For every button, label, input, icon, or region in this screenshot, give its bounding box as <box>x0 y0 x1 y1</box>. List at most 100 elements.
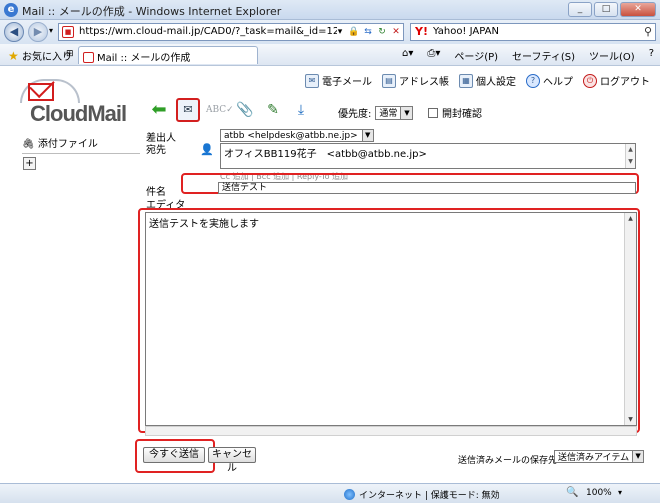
tab-mail-compose[interactable]: Mail :: メールの作成 <box>78 46 258 64</box>
to-value: オフィスBB119花子 <atbb@atbb.ne.jp> <box>224 149 427 160</box>
minimize-button[interactable]: _ <box>568 2 592 17</box>
favorites-add-icon[interactable]: ⊞ <box>66 49 74 59</box>
nav-logout[interactable]: ⏻ ログアウト <box>583 73 650 88</box>
tools-menu[interactable]: ツール(O) <box>589 48 635 63</box>
zoom-icon[interactable]: 🔍 <box>566 487 578 498</box>
body-scrollbar[interactable]: ▲ ▼ <box>624 213 636 425</box>
page-content: CloudMail ✉ 電子メール ▤ アドレス帳 ▦ 個人設定 ? ヘルプ ⏻ ログアウ… <box>0 67 660 483</box>
signature-icon[interactable]: ✎ <box>262 99 284 121</box>
send-toolbar-icon[interactable]: ✉ <box>176 98 200 122</box>
save-sent-select[interactable]: 送信済みアイテム ▼ <box>554 450 645 463</box>
cloudmail-logo: CloudMail <box>20 79 132 126</box>
address-book-icon: ▤ <box>382 73 396 88</box>
nav-email[interactable]: ✉ 電子メール <box>305 73 372 88</box>
favorites-label: お気に入り <box>21 52 72 63</box>
search-provider: Yahoo! JAPAN <box>433 26 499 37</box>
logo-text: CloudMail <box>30 101 127 126</box>
envelope-icon <box>28 83 54 101</box>
priority-select[interactable]: 通常 ▼ <box>375 105 414 120</box>
star-icon: ★ <box>8 49 19 63</box>
nav-address-book-label: アドレス帳 <box>399 77 449 88</box>
chevron-down-icon: ▼ <box>632 451 644 462</box>
search-icon[interactable]: ⚲ <box>644 25 652 38</box>
read-receipt-checkbox[interactable] <box>428 107 438 118</box>
url-dropdown-icon[interactable]: ▾ <box>333 25 347 39</box>
chevron-down-icon: ▼ <box>361 130 373 141</box>
globe-icon <box>344 489 355 500</box>
command-bar: ⌂▾ ⎙▾ ページ(P) セーフティ(S) ツール(O) ? <box>402 48 654 63</box>
address-bar: ◀ ▶ ▾ ■ https://wm.cloud-mail.jp/CAD0/?_… <box>0 20 660 44</box>
ie-logo-icon: e <box>4 3 18 17</box>
tab-title: Mail :: メールの作成 <box>97 53 191 64</box>
attach-paperclip-icon[interactable]: 📎 <box>234 99 256 121</box>
home-icon[interactable]: ⌂▾ <box>402 48 413 63</box>
compose-toolbar: ⬅ ✉ ABC✓ 📎 ✎ ⤓ <box>148 97 312 123</box>
search-field[interactable]: Y! Yahoo! JAPAN ⚲ <box>410 23 656 41</box>
page-icon: ■ <box>62 26 74 38</box>
priority-label: 優先度: <box>338 109 372 120</box>
url-text[interactable]: https://wm.cloud-mail.jp/CAD0/?_task=mai… <box>79 26 337 37</box>
help-circle-icon: ? <box>526 73 540 88</box>
to-label: 宛先 <box>146 145 166 156</box>
history-dropdown-icon[interactable]: ▾ <box>49 26 53 35</box>
yahoo-logo-icon: Y! <box>415 25 428 38</box>
safety-menu[interactable]: セーフティ(S) <box>512 48 575 63</box>
save-draft-icon[interactable]: ⤓ <box>290 99 312 121</box>
security-zone[interactable]: インターネット | 保護モード: 無効 <box>344 488 500 501</box>
message-body[interactable]: 送信テストを実施します ▲ ▼ <box>145 212 637 426</box>
attachments-label: 添付ファイル <box>37 139 98 150</box>
settings-icon: ▦ <box>459 73 473 88</box>
forward-button[interactable]: ▶ <box>28 22 48 42</box>
nav-settings-label: 個人設定 <box>476 77 516 88</box>
paperclip-icon: 🖇 <box>22 139 35 150</box>
scroll-up-icon[interactable]: ▲ <box>625 213 636 224</box>
nav-logout-label: ログアウト <box>600 77 650 88</box>
status-bar: インターネット | 保護モード: 無効 🔍 100% ▾ <box>0 483 660 503</box>
lock-icon[interactable]: 🔒 <box>347 25 361 39</box>
send-now-button[interactable]: 今すぐ送信 <box>143 447 205 463</box>
subject-input[interactable]: 送信テスト <box>218 182 636 194</box>
body-hscrollbar[interactable] <box>145 426 637 436</box>
close-button[interactable]: ✕ <box>620 2 656 17</box>
zoom-level[interactable]: 100% <box>586 488 612 498</box>
from-select[interactable]: atbb <helpdesk@atbb.ne.jp> ▼ <box>220 129 374 142</box>
body-text: 送信テストを実施します <box>149 219 259 230</box>
save-sent-label: 送信済みメールの保存先: <box>458 456 561 466</box>
top-navigation: ✉ 電子メール ▤ アドレス帳 ▦ 個人設定 ? ヘルプ ⏻ ログアウト <box>305 73 650 88</box>
read-receipt-control: 開封確認 <box>428 105 482 120</box>
from-value: atbb <helpdesk@atbb.ne.jp> <box>224 130 358 141</box>
refresh-icon[interactable]: ↻ <box>375 25 389 39</box>
back-to-list-icon[interactable]: ⬅ <box>148 99 170 121</box>
tab-page-icon <box>83 52 94 63</box>
add-attachment-button[interactable]: + <box>23 157 36 170</box>
nav-email-label: 電子メール <box>322 77 372 88</box>
nav-help[interactable]: ? ヘルプ <box>526 73 573 88</box>
to-field[interactable]: オフィスBB119花子 <atbb@atbb.ne.jp> ▲ ▼ <box>220 143 636 169</box>
compat-view-icon[interactable]: ⇆ <box>361 25 375 39</box>
to-scrollbar[interactable]: ▲ ▼ <box>625 144 635 168</box>
zoom-dropdown-icon[interactable]: ▾ <box>618 488 622 497</box>
stop-icon[interactable]: ✕ <box>389 25 403 39</box>
chevron-down-icon: ▼ <box>400 106 413 119</box>
scroll-down-icon[interactable]: ▼ <box>625 414 636 425</box>
print-icon[interactable]: ⎙▾ <box>427 48 440 63</box>
page-menu[interactable]: ページ(P) <box>454 48 498 63</box>
read-receipt-label: 開封確認 <box>442 109 482 120</box>
nav-settings[interactable]: ▦ 個人設定 <box>459 73 516 88</box>
nav-address-book[interactable]: ▤ アドレス帳 <box>382 73 449 88</box>
cancel-button[interactable]: キャンセル <box>208 447 256 474</box>
nav-help-label: ヘルプ <box>543 77 573 88</box>
url-field[interactable]: ■ https://wm.cloud-mail.jp/CAD0/?_task=m… <box>58 23 404 41</box>
window-titlebar: e Mail :: メールの作成 - Windows Internet Expl… <box>0 0 660 20</box>
contact-picker-icon[interactable]: 👤 <box>200 143 214 156</box>
maximize-button[interactable]: □ <box>594 2 618 17</box>
window-title: Mail :: メールの作成 - Windows Internet Explor… <box>22 5 282 18</box>
spellcheck-icon[interactable]: ABC✓ <box>206 99 234 121</box>
favorites-bar: ★ お気に入り ⊞ Mail :: メールの作成 ⌂▾ ⎙▾ ページ(P) セー… <box>0 44 660 66</box>
attachments-panel: 🖇 添付ファイル + <box>22 135 140 170</box>
logout-icon: ⏻ <box>583 73 597 88</box>
help-icon[interactable]: ? <box>649 48 654 63</box>
priority-control: 優先度: 通常 ▼ <box>338 105 414 120</box>
favorites-button[interactable]: ★ お気に入り <box>8 48 72 63</box>
back-button[interactable]: ◀ <box>4 22 24 42</box>
